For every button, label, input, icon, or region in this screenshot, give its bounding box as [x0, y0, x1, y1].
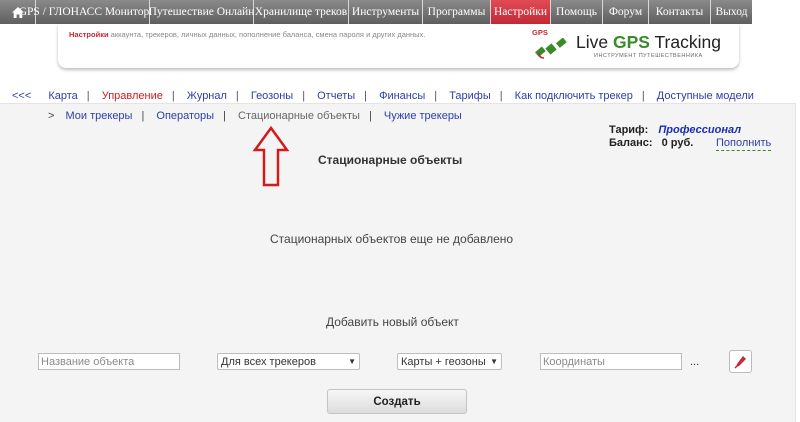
nav-travel-online[interactable]: Путешествие Онлайн [149, 0, 254, 24]
topup-link[interactable]: Пополнить [716, 137, 772, 151]
tabs-marker: > [48, 110, 55, 122]
nav-logout[interactable]: Выход [711, 0, 752, 24]
logo-gps-label: GPS [532, 28, 548, 37]
subnav-geozones[interactable]: Геозоны [251, 90, 293, 102]
red-arrow-up-icon [252, 126, 290, 187]
subnav-management[interactable]: Управление [102, 90, 163, 102]
coordinates-ellipsis: ... [690, 356, 700, 368]
management-tabs: > Мои трекеры | Операторы | Стационарные о… [48, 110, 462, 122]
tab-foreign-trackers[interactable]: Чужие трекеры [384, 110, 462, 122]
top-nav: GPS / ГЛОНАСС Мониторинг Путешествие Онл… [0, 0, 800, 24]
header-banner: Настройки аккаунта, трекеров, личных дан… [58, 24, 739, 68]
subnav-reports[interactable]: Отчеты [317, 90, 355, 102]
tab-my-trackers[interactable]: Мои трекеры [66, 110, 133, 122]
nav-settings[interactable]: Настройки [491, 0, 551, 24]
banner-description: Настройки аккаунта, трекеров, личных дан… [69, 30, 426, 39]
create-button[interactable]: Создать [327, 389, 467, 414]
home-icon [11, 6, 25, 19]
nav-contacts[interactable]: Контакты [649, 0, 711, 24]
logo-title: Live GPS Tracking [576, 32, 721, 52]
object-name-input[interactable] [38, 353, 180, 370]
subnav-back[interactable]: <<< [12, 90, 31, 102]
subnav-connect-tracker[interactable]: Как подключить трекер [515, 90, 633, 102]
tariff-value: Профессионал [658, 124, 742, 136]
nav-help[interactable]: Помощь [551, 0, 603, 24]
subnav-journal[interactable]: Журнал [187, 90, 227, 102]
tariff-label: Тариф: [609, 124, 649, 136]
chevron-down-icon: ▼ [490, 357, 498, 366]
subnav-finance[interactable]: Финансы [379, 90, 425, 102]
add-object-title: Добавить новый объект [326, 315, 459, 329]
tab-operators[interactable]: Операторы [156, 110, 214, 122]
logo-subtitle: ИНСТРУМЕНТ ПУТЕШЕСТВЕННИКА [594, 53, 703, 59]
nav-tools[interactable]: Инструменты [349, 0, 423, 24]
subnav-available-models[interactable]: Доступные модели [657, 90, 754, 102]
subnav-map[interactable]: Карта [48, 90, 77, 102]
balance-info: Баланс: 0 руб. [609, 137, 693, 149]
content-panel [0, 103, 796, 422]
page-title: Стационарные объекты [318, 153, 463, 167]
nav-track-storage[interactable]: Хранилище треков [254, 0, 349, 24]
site-logo[interactable]: GPS Live GPS Tracking ИНСТРУМЕНТ ПУТЕШЕС… [532, 28, 732, 64]
tariff-info: Тариф: Профессионал [609, 124, 741, 136]
subnav-tariffs[interactable]: Тарифы [449, 90, 491, 102]
section-nav: <<< Карта | Управление | Журнал | Геозоны | … [12, 90, 754, 102]
satellite-icon [535, 38, 567, 59]
empty-state-message: Стационарных объектов еще не добавлено [270, 232, 514, 246]
tab-stationary-objects[interactable]: Стационарные объекты [238, 110, 360, 122]
coordinates-input[interactable] [540, 353, 682, 370]
nav-forum[interactable]: Форум [603, 0, 649, 24]
balance-value: 0 руб. [661, 137, 694, 149]
chevron-down-icon: ▼ [348, 357, 356, 366]
pick-on-map-button[interactable] [729, 350, 752, 373]
layer-select[interactable]: Карты + геозоны ▼ [397, 353, 502, 370]
map-pin-picker-icon [734, 356, 746, 369]
balance-label: Баланс: [609, 137, 653, 149]
nav-programs[interactable]: Программы [423, 0, 491, 24]
tracker-select[interactable]: Для всех трекеров ▼ [217, 353, 360, 370]
nav-gps-monitoring[interactable]: GPS / ГЛОНАСС Мониторинг [19, 0, 166, 24]
